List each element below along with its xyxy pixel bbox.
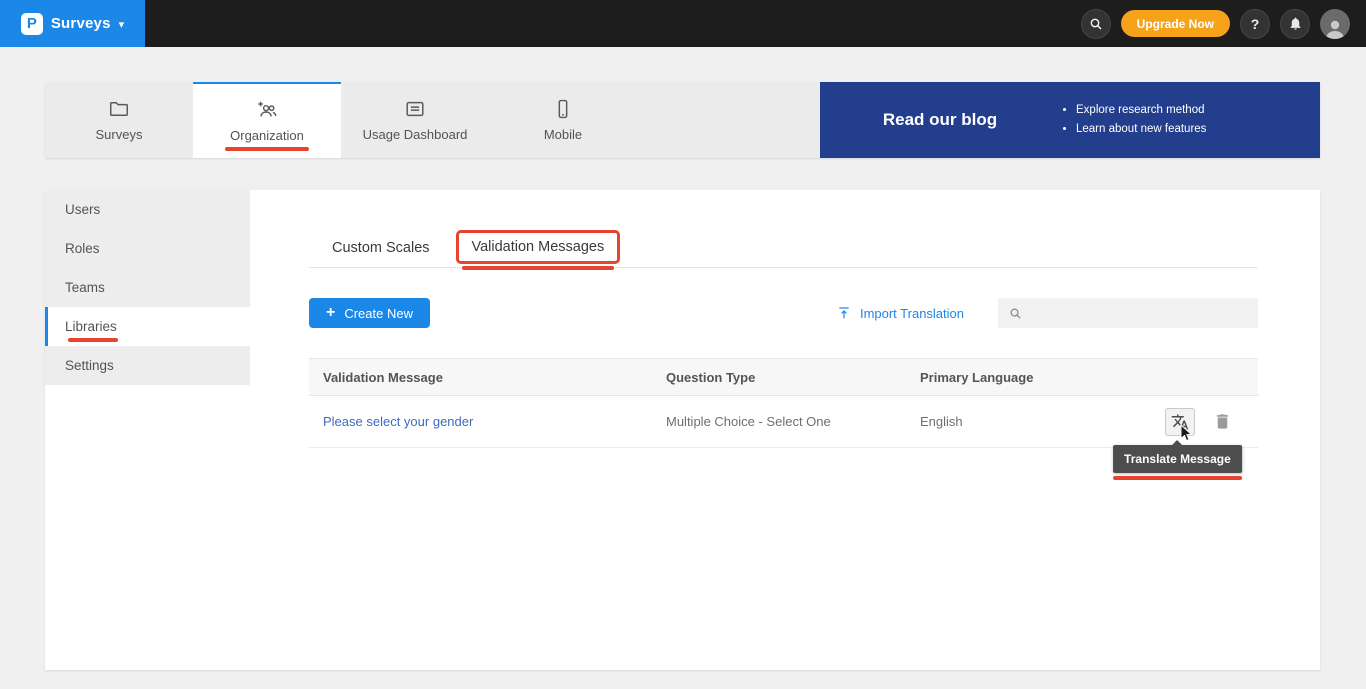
mobile-icon	[552, 98, 574, 120]
blog-title: Read our blog	[820, 110, 1060, 130]
validation-message-link[interactable]: Please select your gender	[323, 414, 473, 429]
tab-label: Surveys	[96, 127, 143, 142]
organization-icon	[256, 99, 278, 121]
product-name: Surveys	[51, 15, 111, 32]
tab-usage-dashboard[interactable]: Usage Dashboard	[341, 82, 489, 158]
toolbar-right: Import Translation	[836, 298, 1258, 328]
sidebar-item-label: Settings	[65, 358, 114, 373]
help-button[interactable]: ?	[1240, 9, 1270, 39]
notifications-button[interactable]	[1280, 9, 1310, 39]
header-actions: Upgrade Now ?	[1081, 9, 1366, 39]
translate-message-button[interactable]	[1165, 408, 1195, 436]
tab-organization[interactable]: Organization	[193, 82, 341, 158]
tab-surveys[interactable]: Surveys	[45, 82, 193, 158]
brand-logo: P	[21, 13, 43, 35]
table-search[interactable]	[998, 298, 1258, 328]
primary-language-cell: English	[920, 414, 1108, 429]
annotation-underline-libraries	[68, 338, 118, 342]
import-icon	[836, 305, 852, 321]
sidebar-item-label: Libraries	[65, 319, 117, 334]
annotation-box-validation-messages: Validation Messages	[456, 230, 621, 264]
sidebar-item-settings[interactable]: Settings	[45, 346, 250, 385]
sidebar-item-label: Users	[65, 202, 100, 217]
dashboard-icon	[404, 98, 426, 120]
translate-message-tooltip: Translate Message	[1113, 445, 1242, 473]
row-actions: Translate Message	[1108, 408, 1258, 436]
search-icon	[1008, 306, 1023, 321]
create-new-button[interactable]: + Create New	[309, 298, 430, 328]
sidebar-item-label: Teams	[65, 280, 105, 295]
person-icon	[1323, 17, 1347, 39]
folder-icon	[108, 98, 130, 120]
sidebar-item-users[interactable]: Users	[45, 190, 250, 229]
column-header-primary-language: Primary Language	[920, 370, 1108, 385]
validation-messages-table: Validation Message Question Type Primary…	[309, 358, 1258, 448]
chevron-down-icon: ▾	[119, 18, 125, 31]
tab-label: Usage Dashboard	[363, 127, 468, 142]
settings-sidebar: Users Roles Teams Libraries Settings	[45, 190, 250, 670]
question-type-cell: Multiple Choice - Select One	[666, 414, 920, 429]
bell-icon	[1288, 16, 1303, 31]
sidebar-item-label: Roles	[65, 241, 100, 256]
translate-icon	[1171, 413, 1189, 431]
table-row: Please select your gender Multiple Choic…	[309, 396, 1258, 448]
blog-bullet: Explore research method	[1076, 105, 1206, 117]
library-tabs: Custom Scales Validation Messages	[309, 228, 1258, 268]
tab-custom-scales[interactable]: Custom Scales	[332, 240, 430, 256]
table-header-row: Validation Message Question Type Primary…	[309, 358, 1258, 396]
blog-bullet: Learn about new features	[1076, 124, 1206, 136]
search-input[interactable]	[1030, 306, 1248, 321]
import-translation-label: Import Translation	[860, 306, 964, 321]
create-new-label: Create New	[344, 306, 413, 321]
tab-mobile[interactable]: Mobile	[489, 82, 637, 158]
sidebar-item-teams[interactable]: Teams	[45, 268, 250, 307]
tab-label: Mobile	[544, 127, 582, 142]
tab-label: Organization	[230, 128, 304, 143]
translate-action: Translate Message	[1165, 408, 1195, 436]
primary-nav: Surveys Organization Usage Dashboard Mob…	[45, 82, 1320, 158]
search-button[interactable]	[1081, 9, 1111, 39]
blog-bullet-list: Explore research method Learn about new …	[1060, 105, 1206, 135]
libraries-content: Custom Scales Validation Messages + Crea…	[250, 190, 1320, 670]
sidebar-item-roles[interactable]: Roles	[45, 229, 250, 268]
blog-banner[interactable]: Read our blog Explore research method Le…	[820, 82, 1320, 158]
page: P Surveys ▾ Upgrade Now ? Surveys	[0, 0, 1366, 689]
help-icon: ?	[1251, 16, 1260, 32]
column-header-question-type: Question Type	[666, 370, 920, 385]
sidebar-item-libraries[interactable]: Libraries	[45, 307, 250, 346]
main-card: Users Roles Teams Libraries Settings Cus…	[45, 190, 1320, 670]
search-icon	[1088, 16, 1104, 32]
avatar[interactable]	[1320, 9, 1350, 39]
plus-icon: +	[326, 305, 335, 321]
toolbar: + Create New Import Translation	[309, 298, 1258, 328]
tab-validation-messages[interactable]: Validation Messages	[472, 239, 605, 255]
delete-message-button[interactable]	[1213, 412, 1232, 431]
product-switcher[interactable]: P Surveys ▾	[0, 0, 145, 47]
app-header: P Surveys ▾ Upgrade Now ?	[0, 0, 1366, 47]
upgrade-button[interactable]: Upgrade Now	[1121, 10, 1230, 37]
trash-icon	[1213, 412, 1232, 431]
column-header-validation-message: Validation Message	[309, 370, 666, 385]
annotation-underline-organization	[225, 147, 309, 151]
import-translation-link[interactable]: Import Translation	[836, 305, 964, 321]
